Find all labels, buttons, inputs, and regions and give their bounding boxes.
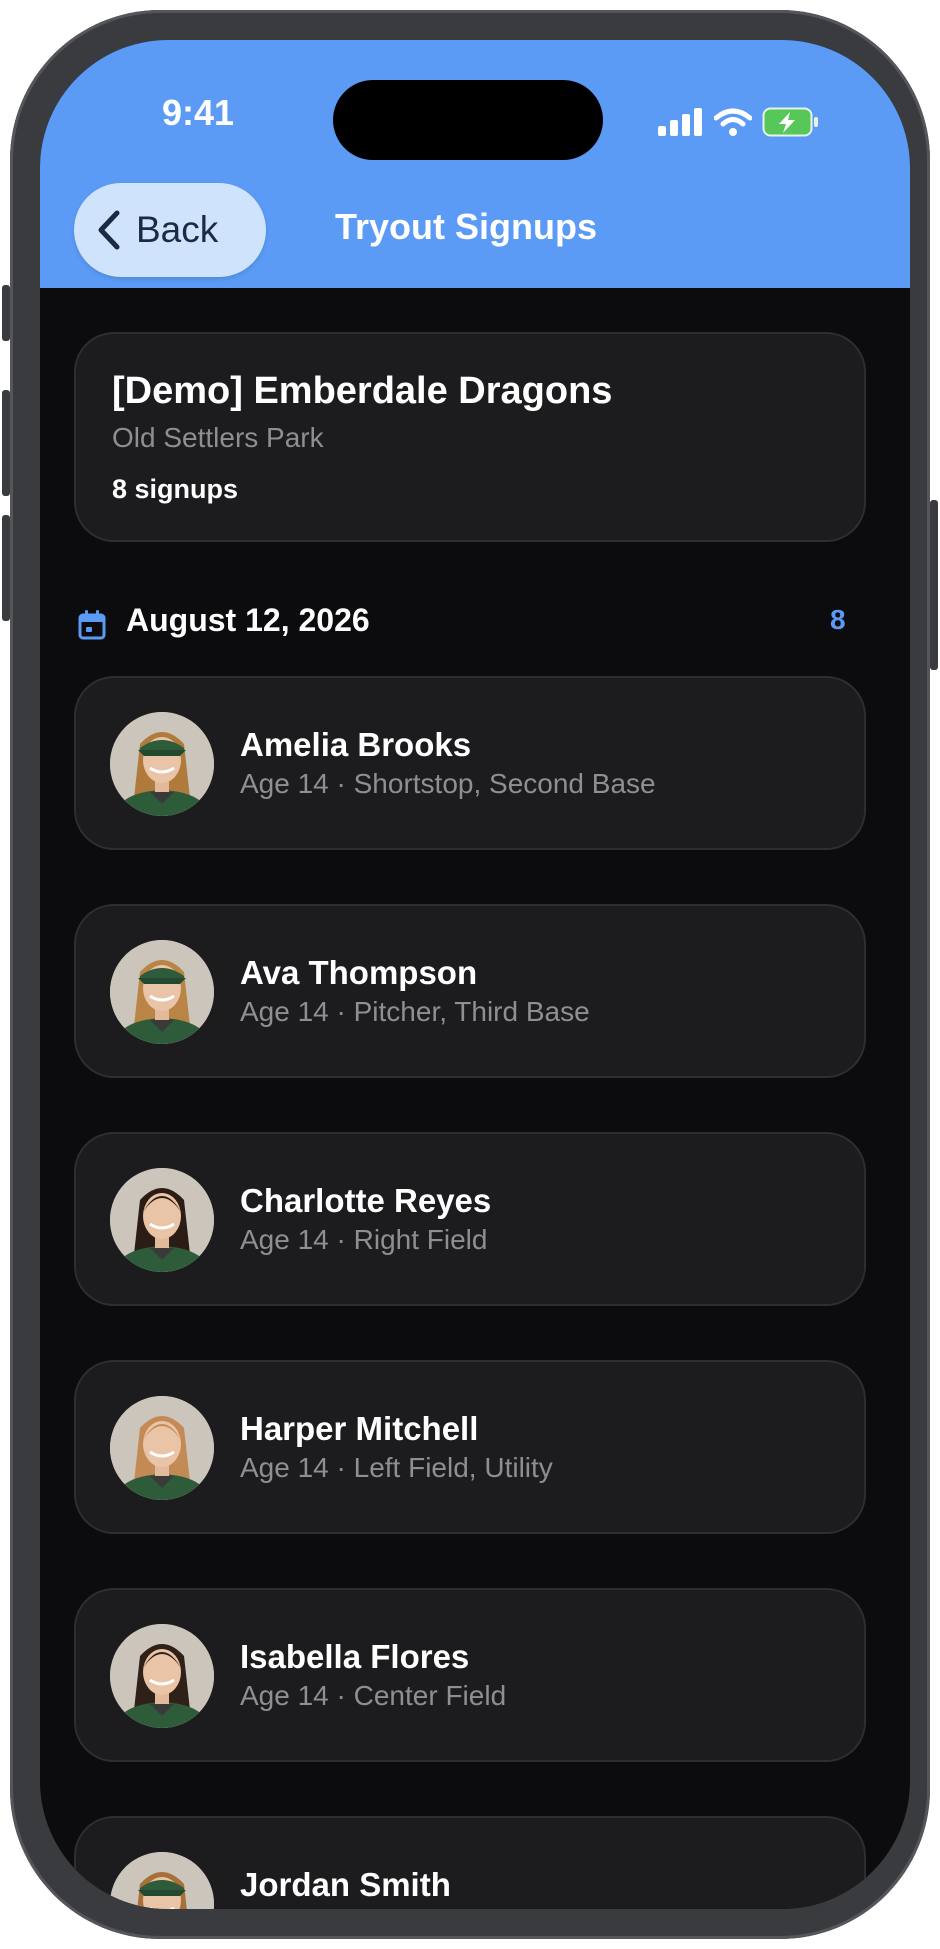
back-button[interactable]: Back xyxy=(74,183,266,277)
player-name: Jordan Smith xyxy=(240,1866,451,1903)
player-details: Age 14 · Left Field, Utility xyxy=(240,1452,553,1483)
cellular-signal-icon xyxy=(658,108,702,136)
player-row[interactable]: Ava Thompson Age 14 · Pitcher, Third Base xyxy=(74,904,866,1078)
status-icons xyxy=(658,106,820,138)
player-row[interactable]: Amelia Brooks Age 14 · Shortstop, Second … xyxy=(74,676,866,850)
status-time: 9:41 xyxy=(161,92,235,133)
player-details: Age 14 · Second Base, Shortstop xyxy=(240,1908,656,1909)
player-row[interactable]: Charlotte Reyes Age 14 · Right Field xyxy=(74,1132,866,1306)
player-avatar xyxy=(110,1852,214,1909)
player-name: Ava Thompson xyxy=(240,954,478,991)
volume-down-button xyxy=(2,515,10,621)
section-count-badge: 8 xyxy=(830,604,846,635)
chevron-left-icon xyxy=(98,210,120,250)
player-row[interactable]: Jordan Smith Age 14 · Second Base, Shorts… xyxy=(74,1816,866,1909)
player-details: Age 14 · Pitcher, Third Base xyxy=(240,996,590,1027)
wifi-icon xyxy=(714,108,752,136)
player-row[interactable]: Isabella Flores Age 14 · Center Field xyxy=(74,1588,866,1762)
player-details: Age 14 · Right Field xyxy=(240,1224,488,1255)
player-name: Amelia Brooks xyxy=(240,726,472,763)
player-details: Age 14 · Shortstop, Second Base xyxy=(240,768,656,799)
player-name: Isabella Flores xyxy=(240,1638,470,1675)
player-avatar xyxy=(110,1624,214,1728)
player-avatar xyxy=(110,940,214,1044)
player-name: Charlotte Reyes xyxy=(240,1182,492,1219)
player-avatar xyxy=(110,1396,214,1500)
player-avatar xyxy=(110,712,214,816)
player-name: Harper Mitchell xyxy=(240,1410,479,1447)
side-button xyxy=(930,500,938,670)
phone-frame: 9:41 Back Tryout Signups [Demo] Emberdal… xyxy=(2,10,938,1939)
battery-charging-icon xyxy=(762,107,818,137)
dynamic-island xyxy=(333,80,603,160)
back-button-label: Back xyxy=(136,209,219,250)
calendar-icon xyxy=(78,610,106,640)
section-date: August 12, 2026 xyxy=(126,602,370,638)
signup-count: 8 signups xyxy=(112,474,239,504)
player-avatar xyxy=(110,1168,214,1272)
screen: 9:41 Back Tryout Signups [Demo] Emberdal… xyxy=(40,40,910,1909)
volume-up-button xyxy=(2,390,10,496)
player-row[interactable]: Harper Mitchell Age 14 · Left Field, Util… xyxy=(74,1360,866,1534)
team-location: Old Settlers Park xyxy=(112,422,324,453)
page-title: Tryout Signups xyxy=(335,206,598,247)
team-summary-card: [Demo] Emberdale Dragons Old Settlers Pa… xyxy=(74,332,866,542)
team-name: [Demo] Emberdale Dragons xyxy=(112,370,613,412)
nav-header: 9:41 Back Tryout Signups xyxy=(40,40,910,288)
player-details: Age 14 · Center Field xyxy=(240,1680,507,1711)
action-button xyxy=(2,285,10,341)
